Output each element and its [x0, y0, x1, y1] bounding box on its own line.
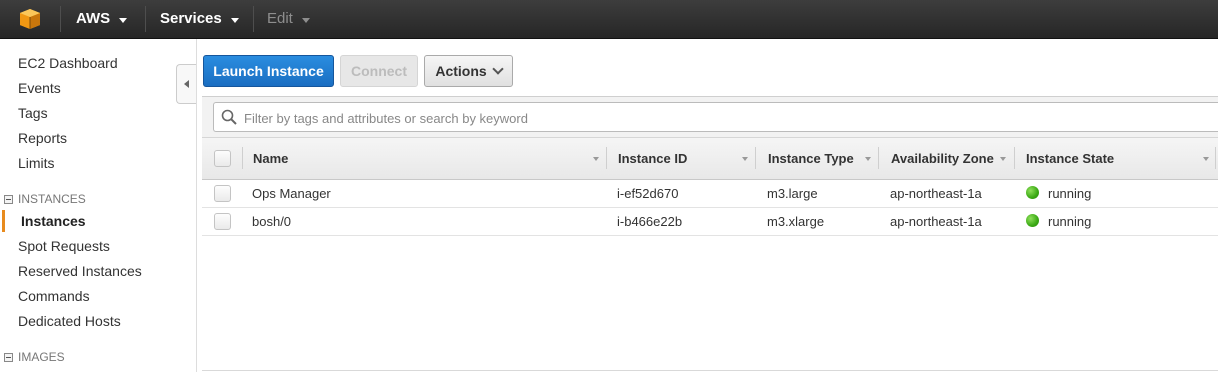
sidebar-item-events[interactable]: Events	[18, 80, 61, 96]
aws-menu-label: AWS	[76, 10, 111, 27]
sidebar-item-commands[interactable]: Commands	[18, 288, 90, 304]
sort-icon[interactable]	[1203, 157, 1209, 161]
status-running-icon	[1026, 214, 1039, 227]
cell-availability-zone: ap-northeast-1a	[890, 214, 982, 229]
cell-name: Ops Manager	[252, 186, 331, 201]
column-header-instance-type[interactable]: Instance Type	[768, 138, 854, 179]
cell-instance-state: running	[1048, 186, 1092, 201]
column-divider	[1215, 147, 1216, 169]
row-checkbox[interactable]	[214, 213, 231, 230]
sidebar-item-reserved-instances[interactable]: Reserved Instances	[18, 263, 142, 279]
sidebar-item-dedicated-hosts[interactable]: Dedicated Hosts	[18, 313, 121, 329]
sidebar: EC2 Dashboard Events Tags Reports Limits…	[0, 39, 197, 372]
status-running-icon	[1026, 186, 1039, 199]
sidebar-section-images[interactable]: IMAGES	[4, 350, 65, 364]
section-label: IMAGES	[18, 350, 65, 364]
chevron-left-icon	[184, 80, 189, 88]
cell-availability-zone: ap-northeast-1a	[890, 186, 982, 201]
aws-cube-icon	[20, 9, 40, 29]
table-row[interactable]: bosh/0 i-b466e22b m3.xlarge ap-northeast…	[202, 208, 1218, 236]
table-row[interactable]: Ops Manager i-ef52d670 m3.large ap-north…	[202, 180, 1218, 208]
cell-instance-state: running	[1048, 214, 1092, 229]
sidebar-item-instances[interactable]: Instances	[21, 213, 86, 229]
chevron-down-icon	[492, 63, 504, 75]
section-label: INSTANCES	[18, 192, 86, 206]
aws-menu[interactable]: AWS	[76, 0, 128, 38]
aws-logo[interactable]	[0, 0, 60, 38]
collapse-icon	[4, 352, 13, 362]
filter-input[interactable]	[242, 106, 1206, 130]
nav-separator	[253, 6, 254, 32]
table-header: Name Instance ID Instance Type Availabil…	[202, 137, 1218, 180]
column-header-name[interactable]: Name	[253, 138, 288, 179]
edit-menu[interactable]: Edit	[267, 0, 310, 38]
sort-icon[interactable]	[1000, 157, 1006, 161]
sidebar-item-reports[interactable]: Reports	[18, 130, 67, 146]
search-icon	[221, 109, 237, 125]
column-divider	[1014, 147, 1015, 169]
actions-button[interactable]: Actions	[424, 55, 513, 87]
column-divider	[606, 147, 607, 169]
filter-field[interactable]	[213, 102, 1218, 132]
launch-instance-button[interactable]: Launch Instance	[203, 55, 334, 87]
cell-instance-type: m3.xlarge	[767, 214, 825, 229]
chevron-down-icon	[230, 17, 239, 23]
sidebar-item-ec2-dashboard[interactable]: EC2 Dashboard	[18, 55, 118, 71]
actions-button-label: Actions	[435, 63, 487, 79]
sidebar-item-tags[interactable]: Tags	[18, 105, 48, 121]
column-header-instance-id[interactable]: Instance ID	[618, 138, 687, 179]
row-checkbox[interactable]	[214, 185, 231, 202]
nav-separator	[145, 6, 146, 32]
sidebar-item-spot-requests[interactable]: Spot Requests	[18, 238, 110, 254]
column-header-availability-zone[interactable]: Availability Zone	[891, 138, 994, 179]
chevron-down-icon	[301, 17, 310, 23]
cell-instance-type: m3.large	[767, 186, 818, 201]
sort-icon[interactable]	[742, 157, 748, 161]
cell-instance-id: i-b466e22b	[617, 214, 683, 229]
column-divider	[878, 147, 879, 169]
nav-separator	[60, 6, 61, 32]
column-header-instance-state[interactable]: Instance State	[1026, 138, 1114, 179]
chevron-down-icon	[119, 17, 128, 23]
collapse-icon	[4, 194, 13, 204]
column-divider	[755, 147, 756, 169]
sort-icon[interactable]	[593, 157, 599, 161]
sidebar-section-instances[interactable]: INSTANCES	[4, 192, 86, 206]
top-nav-bar: AWS Services Edit	[0, 0, 1218, 39]
select-all-checkbox[interactable]	[214, 150, 231, 167]
cell-name: bosh/0	[252, 214, 292, 229]
sidebar-collapse-toggle[interactable]	[176, 64, 196, 104]
cell-instance-id: i-ef52d670	[617, 186, 679, 201]
services-menu[interactable]: Services	[160, 0, 239, 38]
edit-menu-label: Edit	[267, 10, 293, 27]
column-divider	[242, 147, 243, 169]
sidebar-item-limits[interactable]: Limits	[18, 155, 55, 171]
panel-border	[202, 370, 1218, 371]
active-indicator	[2, 210, 5, 232]
services-menu-label: Services	[160, 10, 222, 27]
connect-button[interactable]: Connect	[340, 55, 418, 87]
sort-icon[interactable]	[865, 157, 871, 161]
